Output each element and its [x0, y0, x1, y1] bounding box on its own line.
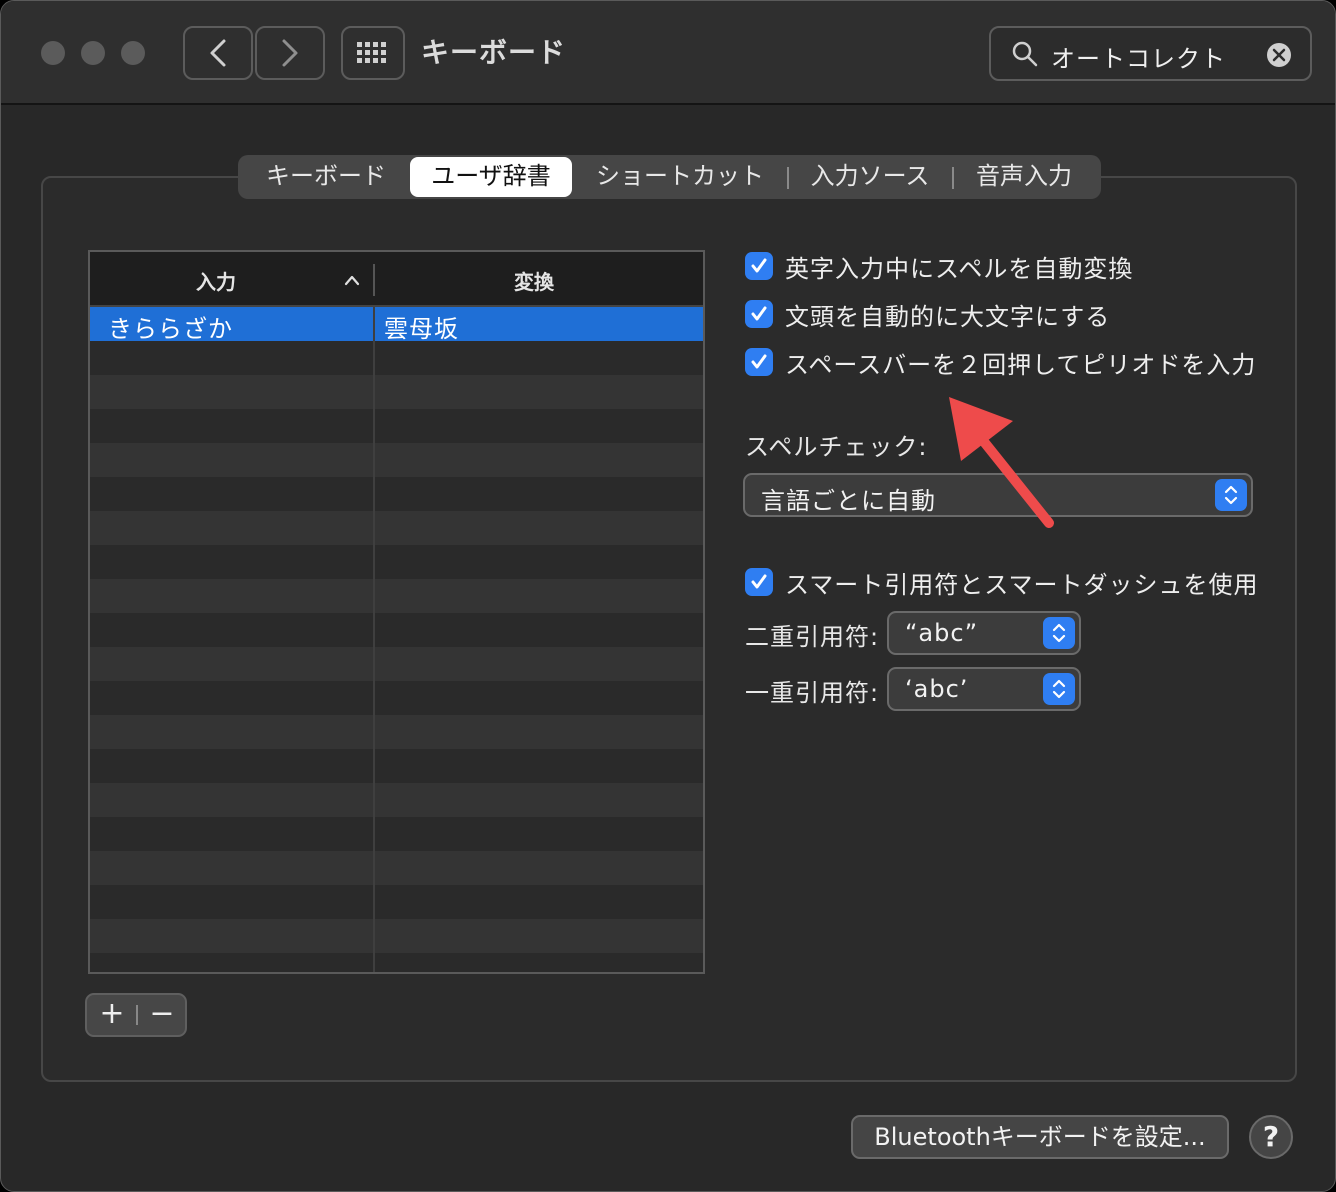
table-row-empty[interactable] [90, 885, 703, 919]
annotation-arrow-icon [949, 397, 1054, 528]
spellcheck-label: スペルチェック: [745, 433, 928, 461]
zoom-window-button[interactable] [121, 41, 145, 65]
show-all-button[interactable] [341, 26, 405, 80]
tab-user-dictionary[interactable]: ユーザ辞書 [410, 157, 572, 197]
table-row-empty[interactable] [90, 511, 703, 545]
tab-keyboard[interactable]: キーボード [246, 155, 406, 199]
add-entry-button[interactable]: + [87, 995, 137, 1035]
back-button[interactable] [183, 26, 253, 80]
tab-input-sources[interactable]: 入力ソース [796, 155, 944, 199]
autocorrect-option[interactable]: 英字入力中にスペルを自動変換 [745, 250, 1134, 283]
table-row-empty[interactable] [90, 783, 703, 817]
close-window-button[interactable] [41, 41, 65, 65]
double-quote-popup[interactable]: “abc” [887, 611, 1081, 655]
spellcheck-value: 言語ごとに自動 [761, 487, 936, 515]
table-row-empty[interactable] [90, 341, 703, 375]
chevron-right-icon [282, 39, 298, 67]
table-row-empty[interactable] [90, 409, 703, 443]
checkmark-icon [751, 306, 767, 321]
clear-search-icon[interactable] [1266, 42, 1292, 68]
single-quote-value: ‘abc’ [905, 675, 969, 703]
window-title: キーボード [421, 36, 567, 69]
column-header-conversion[interactable]: 変換 [514, 266, 554, 295]
table-row-empty[interactable] [90, 477, 703, 511]
table-row-empty[interactable] [90, 647, 703, 681]
capitalize-label: 文頭を自動的に大文字にする [785, 302, 1111, 331]
setup-bluetooth-keyboard-button[interactable]: Bluetoothキーボードを設定... [851, 1115, 1229, 1159]
minimize-window-button[interactable] [81, 41, 105, 65]
table-row-empty[interactable] [90, 681, 703, 715]
table-row-empty[interactable] [90, 715, 703, 749]
table-row-empty[interactable] [90, 953, 703, 972]
period-shortcut-option[interactable]: スペースバーを２回押してピリオドを入力 [745, 346, 1257, 379]
table-row[interactable]: きららざか 雲母坂 [90, 307, 703, 344]
double-quote-label: 二重引用符: [745, 623, 880, 651]
tab-separator [787, 167, 789, 189]
column-header-input[interactable]: 入力 [196, 266, 236, 295]
tab-bar: キーボード ユーザ辞書 ショートカット 入力ソース 音声入力 [238, 155, 1101, 199]
sort-ascending-icon [344, 275, 360, 286]
grid-icon [357, 42, 386, 63]
table-header: 入力 変換 [90, 252, 703, 307]
smart-quotes-label: スマート引用符とスマートダッシュを使用 [785, 570, 1259, 599]
capitalize-option[interactable]: 文頭を自動的に大文字にする [745, 298, 1111, 331]
title-bar: キーボード オートコレクト [1, 1, 1335, 105]
single-quote-popup[interactable]: ‘abc’ [887, 667, 1081, 711]
table-row-empty[interactable] [90, 817, 703, 851]
autocorrect-checkbox[interactable] [745, 252, 773, 280]
table-rows: きららざか 雲母坂 [90, 307, 703, 972]
user-dictionary-table[interactable]: 入力 変換 きららざか 雲母坂 [88, 250, 705, 974]
smart-quotes-option[interactable]: スマート引用符とスマートダッシュを使用 [745, 566, 1259, 599]
tab-dictation[interactable]: 音声入力 [962, 155, 1086, 199]
table-row-empty[interactable] [90, 443, 703, 477]
chevron-up-down-icon [1052, 679, 1066, 699]
tab-separator [952, 167, 954, 189]
checkmark-icon [751, 574, 767, 589]
column-separator [373, 264, 375, 296]
search-icon [1012, 41, 1038, 67]
preferences-window: キーボード オートコレクト キーボード ユーザ辞書 ショートカット 入力ソース … [0, 0, 1336, 1192]
tab-shortcuts[interactable]: ショートカット [582, 155, 778, 199]
search-input[interactable]: オートコレクト [1051, 39, 1226, 74]
table-row-empty[interactable] [90, 375, 703, 409]
row-conversion-cell[interactable]: 雲母坂 [384, 309, 459, 344]
forward-button[interactable] [255, 26, 325, 80]
add-remove-control: + − [85, 993, 187, 1037]
chevron-up-down-icon [1052, 623, 1066, 643]
capitalize-checkbox[interactable] [745, 300, 773, 328]
column-divider [373, 307, 375, 972]
search-field[interactable]: オートコレクト [989, 26, 1312, 81]
popup-stepper [1043, 617, 1075, 649]
table-row-empty[interactable] [90, 919, 703, 953]
chevron-up-down-icon [1224, 485, 1238, 505]
row-input-cell[interactable]: きららざか [108, 309, 233, 344]
period-shortcut-label: スペースバーを２回押してピリオドを入力 [785, 350, 1257, 379]
table-row-empty[interactable] [90, 579, 703, 613]
table-row-empty[interactable] [90, 749, 703, 783]
checkmark-icon [751, 354, 767, 369]
double-quote-value: “abc” [905, 619, 979, 647]
smart-quotes-checkbox[interactable] [745, 568, 773, 596]
checkmark-icon [751, 258, 767, 273]
table-row-empty[interactable] [90, 851, 703, 885]
table-row-empty[interactable] [90, 613, 703, 647]
help-button[interactable]: ? [1249, 1115, 1293, 1159]
popup-stepper [1043, 673, 1075, 705]
chevron-left-icon [210, 39, 226, 67]
single-quote-label: 一重引用符: [745, 679, 880, 707]
table-row-empty[interactable] [90, 545, 703, 579]
remove-entry-button[interactable]: − [137, 995, 187, 1035]
popup-stepper [1215, 479, 1247, 511]
autocorrect-label: 英字入力中にスペルを自動変換 [785, 254, 1134, 283]
period-shortcut-checkbox[interactable] [745, 348, 773, 376]
